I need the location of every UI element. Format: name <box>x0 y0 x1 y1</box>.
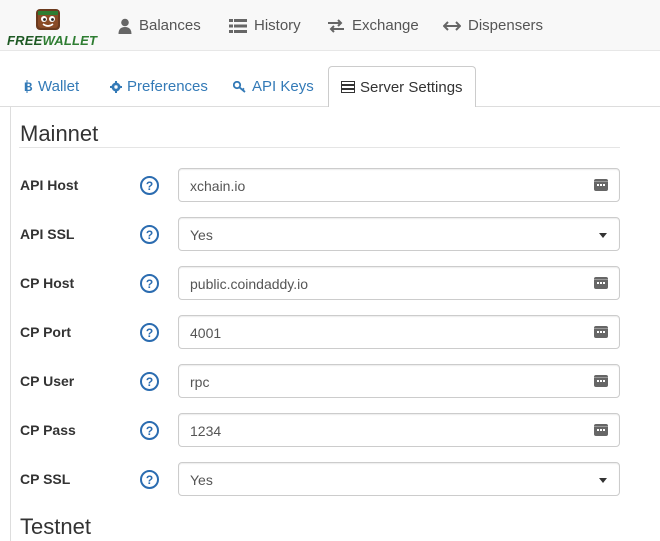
server-settings-panel: Mainnet API Host ? xchain.io API SSL ? Y… <box>10 107 660 541</box>
bitcoin-icon: B <box>24 80 33 93</box>
cp-port-input[interactable]: 4001 <box>178 315 620 349</box>
help-icon[interactable]: ? <box>140 323 159 342</box>
api-ssl-select[interactable]: Yes <box>178 217 620 251</box>
cp-host-input[interactable]: public.coindaddy.io <box>178 266 620 300</box>
keyboard-icon <box>594 375 608 387</box>
api-host-input[interactable]: xchain.io <box>178 168 620 202</box>
testnet-heading: Testnet <box>20 514 91 539</box>
brand-logo[interactable]: FREEWALLET <box>4 4 98 48</box>
help-icon[interactable]: ? <box>140 176 159 195</box>
arrows-horizontal-icon <box>443 20 461 31</box>
nav-balances[interactable]: Balances <box>118 0 201 51</box>
svg-text:B: B <box>24 80 33 93</box>
row-cp-pass: CP Pass ? 1234 <box>11 413 660 447</box>
chevron-down-icon <box>599 233 607 238</box>
tab-api-keys[interactable]: API Keys <box>221 66 326 107</box>
tab-preferences[interactable]: Preferences <box>98 66 220 107</box>
row-cp-port: CP Port ? 4001 <box>11 315 660 349</box>
row-cp-ssl: CP SSL ? Yes <box>11 462 660 496</box>
cp-user-input[interactable]: rpc <box>178 364 620 398</box>
row-cp-host: CP Host ? public.coindaddy.io <box>11 266 660 300</box>
user-icon <box>118 18 132 34</box>
keyboard-icon <box>594 424 608 436</box>
row-api-ssl: API SSL ? Yes <box>11 217 660 251</box>
exchange-icon <box>328 18 344 33</box>
help-icon[interactable]: ? <box>140 470 159 489</box>
keyboard-icon <box>594 326 608 338</box>
gear-icon <box>110 80 122 93</box>
tab-server-settings[interactable]: Server Settings <box>328 66 476 108</box>
nav-exchange[interactable]: Exchange <box>327 0 419 51</box>
settings-tabbar: B Wallet Preferences API Keys Server Set… <box>0 51 660 108</box>
mainnet-divider <box>19 147 620 148</box>
help-icon[interactable]: ? <box>140 225 159 244</box>
tab-wallet[interactable]: B Wallet <box>12 66 91 107</box>
list-icon <box>229 18 247 33</box>
top-navbar: FREEWALLET Balances History Exchange Dis… <box>0 0 660 51</box>
help-icon[interactable]: ? <box>140 421 159 440</box>
key-icon <box>233 80 246 93</box>
mainnet-heading: Mainnet <box>20 121 99 146</box>
chevron-down-icon <box>599 478 607 483</box>
row-cp-user: CP User ? rpc <box>11 364 660 398</box>
wallet-mascot-icon <box>36 9 60 30</box>
help-icon[interactable]: ? <box>140 274 159 293</box>
nav-history[interactable]: History <box>229 0 301 51</box>
settings-content: Mainnet API Host ? xchain.io API SSL ? Y… <box>10 107 660 541</box>
keyboard-icon <box>594 179 608 191</box>
nav-dispensers[interactable]: Dispensers <box>443 0 543 51</box>
cp-pass-input[interactable]: 1234 <box>178 413 620 447</box>
row-api-host: API Host ? xchain.io <box>11 168 660 202</box>
brand-wordmark: FREEWALLET <box>7 33 98 48</box>
cp-ssl-select[interactable]: Yes <box>178 462 620 496</box>
server-icon <box>341 81 355 93</box>
keyboard-icon <box>594 277 608 289</box>
help-icon[interactable]: ? <box>140 372 159 391</box>
